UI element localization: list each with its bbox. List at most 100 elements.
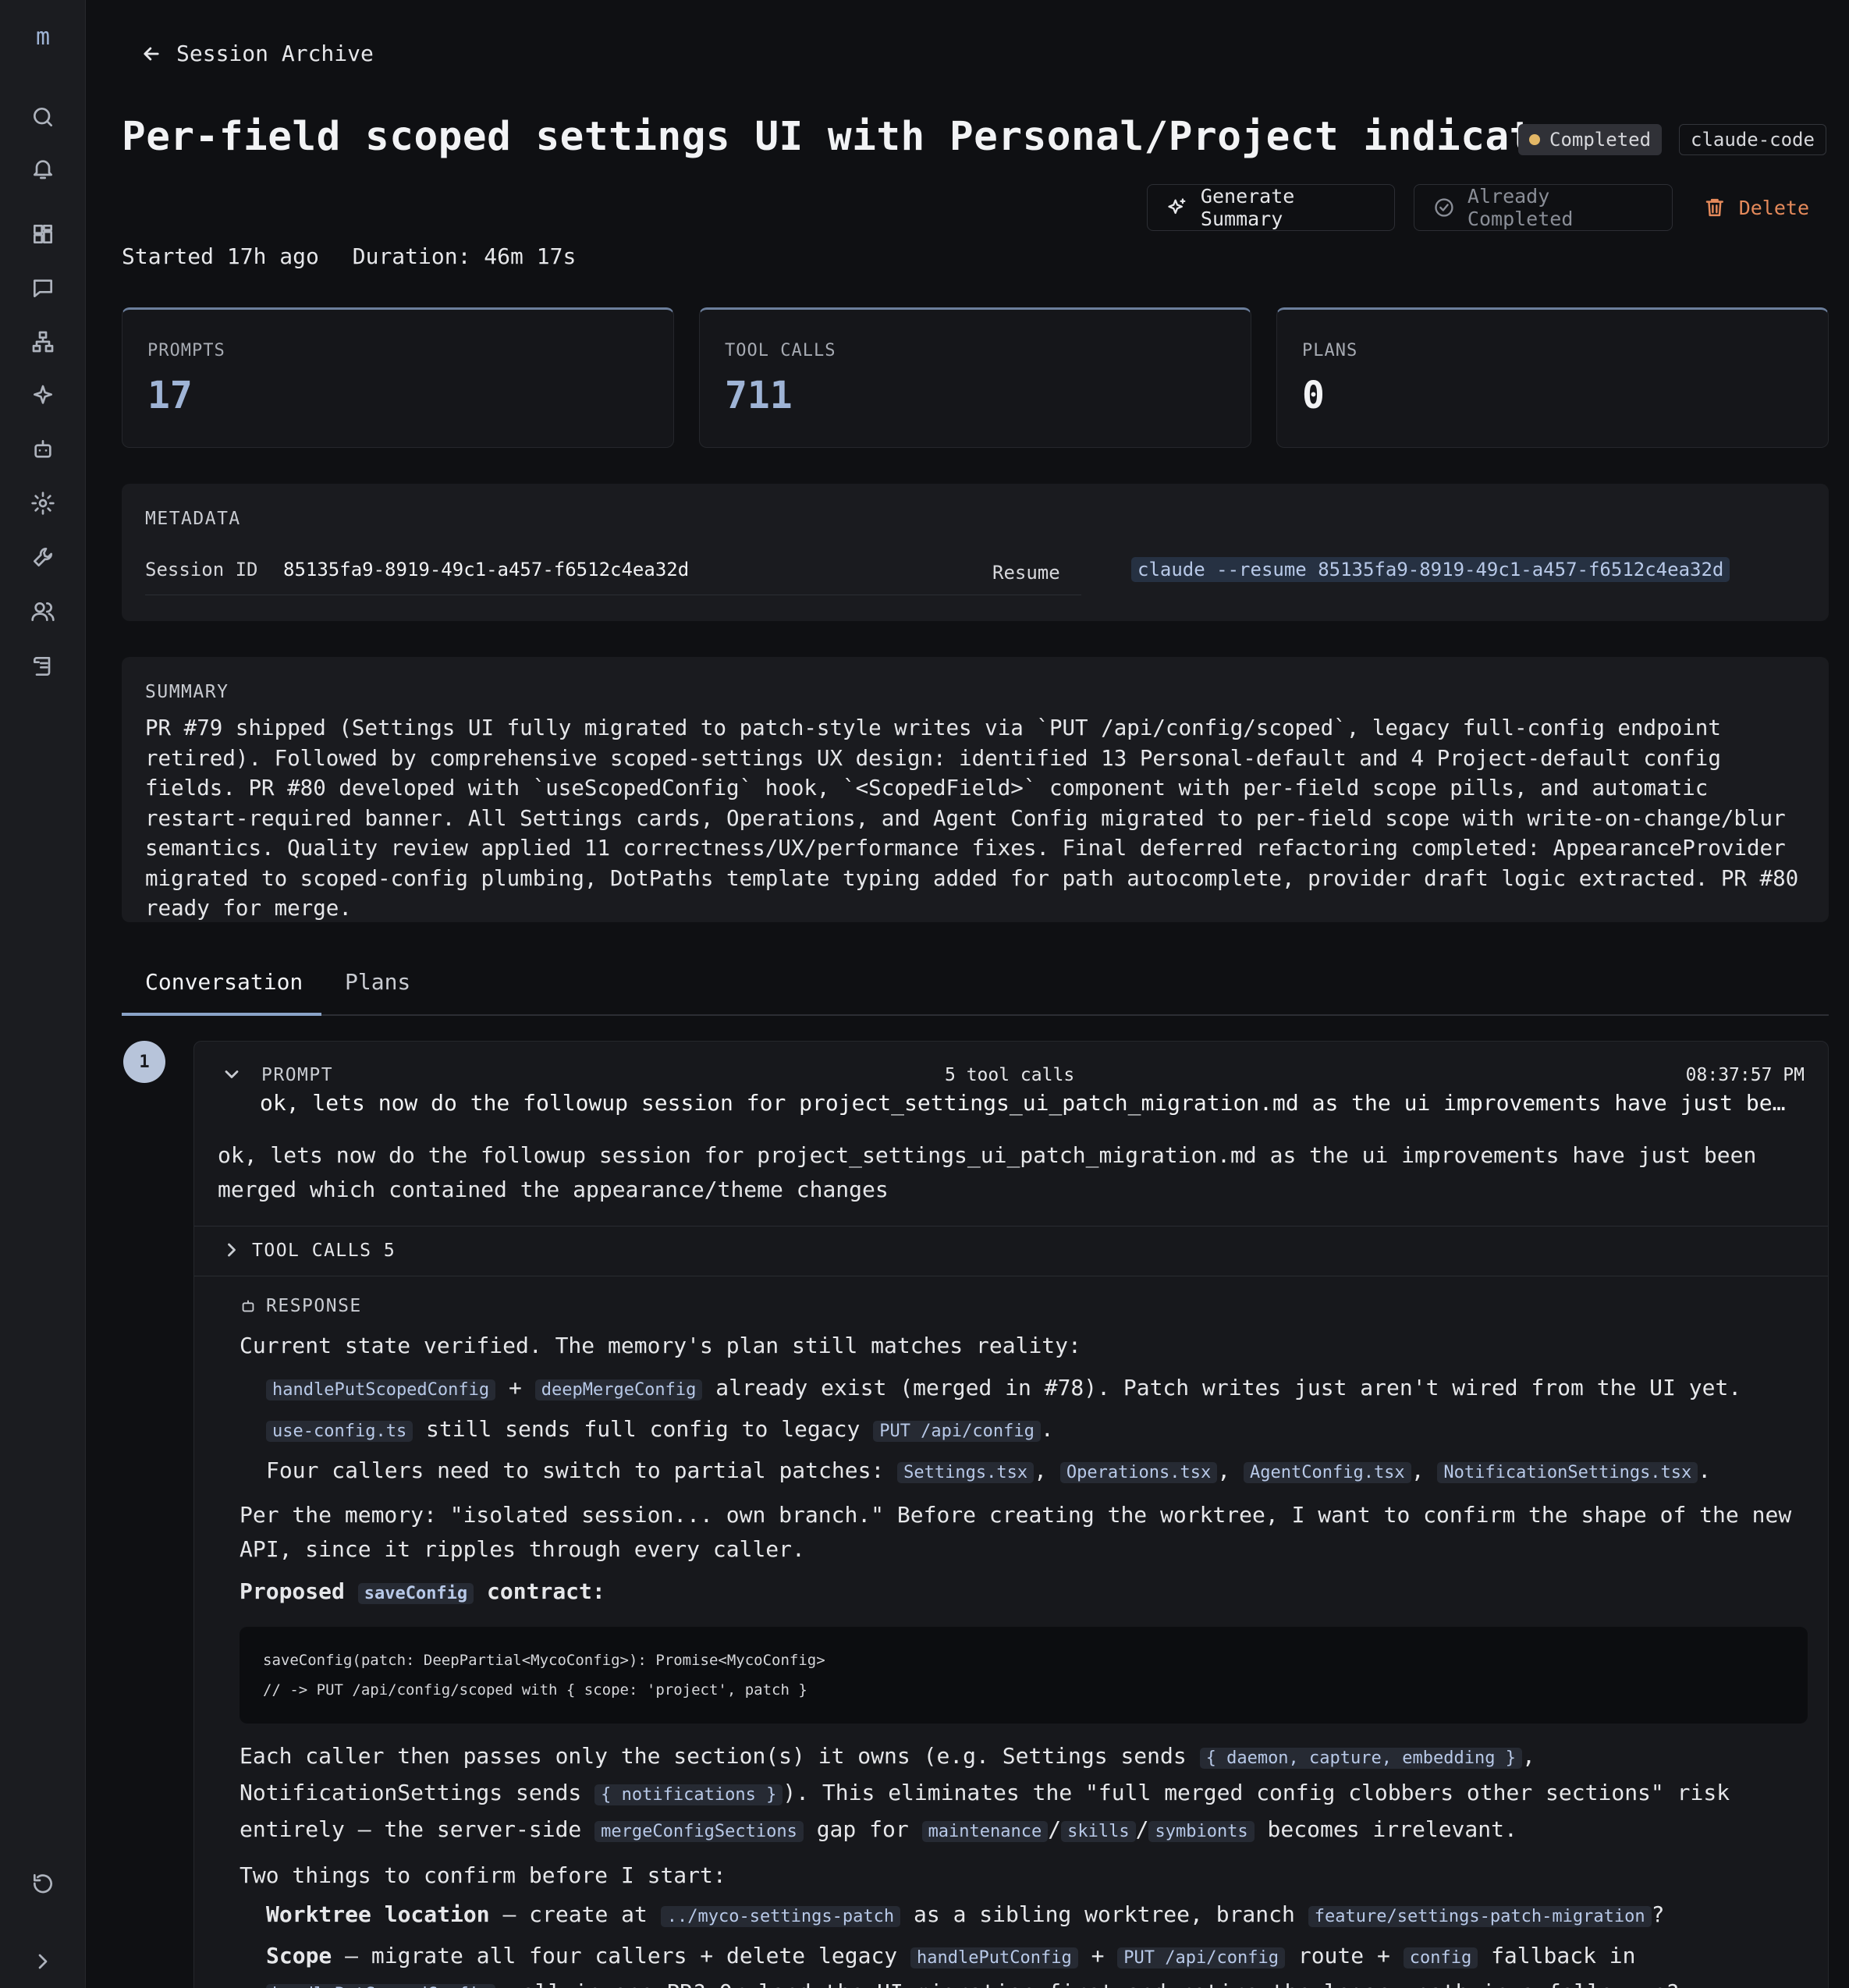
status-label: Completed xyxy=(1549,129,1652,151)
punct: . xyxy=(1040,1416,1054,1442)
tool-calls-toggle[interactable]: TOOL CALLS 5 xyxy=(194,1227,1828,1275)
proposed-text: Proposed xyxy=(240,1578,345,1604)
inline-code: use-config.ts xyxy=(266,1421,413,1442)
list-item: Worktree location — create at ../myco-se… xyxy=(240,1897,1808,1934)
code-block: saveConfig(patch: DeepPartial<MycoConfig… xyxy=(240,1627,1808,1724)
stat-value: 0 xyxy=(1302,374,1325,417)
metadata-heading: METADATA xyxy=(145,509,241,529)
network-icon[interactable] xyxy=(27,326,59,357)
status-badge: Completed xyxy=(1518,124,1663,155)
action-bar: Generate Summary Already Completed Delet… xyxy=(122,184,1827,231)
already-completed-button[interactable]: Already Completed xyxy=(1414,184,1673,231)
session-id-label: Session ID xyxy=(145,559,258,580)
code-line: // -> PUT /api/config/scoped with { scop… xyxy=(263,1681,807,1699)
sparkle-icon xyxy=(1168,198,1186,215)
prompt-number: 1 xyxy=(123,1041,165,1083)
bot-icon[interactable] xyxy=(27,434,59,465)
summary-heading: SUMMARY xyxy=(145,682,229,702)
response-paragraph: Per the memory: "isolated session... own… xyxy=(240,1502,1792,1562)
chevron-right-icon[interactable] xyxy=(27,1946,59,1977)
stat-value: 17 xyxy=(147,374,193,417)
prompt-full-text: ok, lets now do the followup session for… xyxy=(218,1142,1757,1202)
session-timing: Started 17h ago Duration: 46m 17s xyxy=(122,243,576,269)
punct: , xyxy=(1411,1457,1425,1483)
punct: . xyxy=(1698,1457,1712,1483)
search-icon[interactable] xyxy=(27,101,59,133)
tab-bar: Conversation Plans xyxy=(122,935,1829,1016)
refresh-icon[interactable] xyxy=(27,1868,59,1899)
bot-icon xyxy=(242,1300,254,1312)
dashboard-icon[interactable] xyxy=(27,218,59,250)
prompt-preview: ok, lets now do the followup session for… xyxy=(260,1090,1789,1116)
gear-icon[interactable] xyxy=(27,488,59,519)
chat-icon[interactable] xyxy=(27,272,59,304)
prompt-label: PROMPT xyxy=(261,1065,334,1085)
stat-label: TOOL CALLS xyxy=(725,341,836,360)
punct: , xyxy=(1034,1457,1047,1483)
tab-plans[interactable]: Plans xyxy=(345,969,410,995)
plus-text: + xyxy=(1091,1943,1105,1968)
inline-code: config xyxy=(1403,1947,1478,1968)
prompt-header[interactable]: PROMPT 5 tool calls 08:37:57 PM ok, lets… xyxy=(194,1042,1828,1224)
list-item: Four callers need to switch to partial p… xyxy=(240,1454,1808,1490)
list-item: handlePutScopedConfig + deepMergeConfig … xyxy=(240,1371,1808,1408)
session-id-value[interactable]: 85135fa9-8919-49c1-a457-f6512c4ea32d xyxy=(283,559,689,580)
list-item-text: as a sibling worktree, branch xyxy=(914,1901,1295,1927)
generate-summary-button[interactable]: Generate Summary xyxy=(1147,184,1395,231)
app-logo[interactable]: m xyxy=(0,23,86,51)
delete-button[interactable]: Delete xyxy=(1684,184,1829,231)
resume-command-text: claude --resume 85135fa9-8919-49c1-a457-… xyxy=(1131,557,1730,582)
list-item-text: still sends full config to legacy xyxy=(426,1416,861,1442)
back-link[interactable]: Session Archive xyxy=(140,41,374,66)
status-dot xyxy=(1529,134,1540,145)
stat-card-prompts: PROMPTS 17 xyxy=(122,307,674,448)
arrow-left-icon xyxy=(144,47,159,60)
tool-call-count: 5 tool calls xyxy=(945,1065,1075,1085)
resume-command[interactable]: claude --resume 85135fa9-8919-49c1-a457-… xyxy=(1131,557,1730,582)
inline-code: symbionts xyxy=(1148,1821,1255,1842)
summary-text: PR #79 shipped (Settings UI fully migrat… xyxy=(145,715,1799,921)
inline-code: NotificationSettings.tsx xyxy=(1437,1462,1698,1483)
code-line: saveConfig(patch: DeepPartial<MycoConfig… xyxy=(263,1652,825,1669)
resume-label: Resume xyxy=(992,562,1060,584)
prompt-time: 08:37:57 PM xyxy=(1685,1065,1805,1085)
punct: , xyxy=(1217,1457,1231,1483)
inline-code: saveConfig xyxy=(357,1583,474,1604)
scroll-icon[interactable] xyxy=(27,651,59,682)
chevron-down-icon[interactable] xyxy=(221,1063,243,1085)
check-circle-icon xyxy=(1435,198,1453,217)
inline-code: maintenance xyxy=(921,1821,1049,1842)
inline-code: AgentConfig.tsx xyxy=(1244,1462,1411,1483)
chevron-right-icon xyxy=(221,1239,243,1261)
trash-icon xyxy=(1705,198,1723,217)
inline-code: Settings.tsx xyxy=(897,1462,1035,1483)
plus-text: + xyxy=(509,1375,522,1400)
response-label: RESPONSE xyxy=(266,1296,362,1316)
wrench-icon[interactable] xyxy=(27,541,59,573)
inline-code: skills xyxy=(1061,1821,1136,1842)
tab-conversation[interactable]: Conversation xyxy=(145,969,303,995)
stat-label: PLANS xyxy=(1302,341,1358,360)
page-title: Per-field scoped settings UI with Person… xyxy=(122,114,1607,160)
tool-calls-label: TOOL CALLS 5 xyxy=(252,1241,396,1261)
stat-card-tool-calls: TOOL CALLS 711 xyxy=(699,307,1251,448)
stat-label: PROMPTS xyxy=(147,341,225,360)
duration-text: Duration: 46m 17s xyxy=(352,243,577,269)
metadata-card: METADATA Session ID 85135fa9-8919-49c1-a… xyxy=(122,484,1829,621)
back-label: Session Archive xyxy=(176,41,374,66)
paragraph-text: gap for xyxy=(816,1816,909,1842)
summary-card: SUMMARY PR #79 shipped (Settings UI full… xyxy=(122,657,1829,922)
inline-code: { daemon, capture, embedding } xyxy=(1199,1748,1522,1769)
response-body: Current state verified. The memory's pla… xyxy=(240,1329,1808,1988)
inline-code: Operations.tsx xyxy=(1059,1462,1218,1483)
inline-code: deepMergeConfig xyxy=(534,1379,703,1400)
inline-code: handlePutScopedConfig xyxy=(266,1379,496,1400)
sparkle-icon[interactable] xyxy=(27,380,59,411)
punct: ? xyxy=(1651,1901,1665,1927)
inline-code: PUT /api/config xyxy=(873,1421,1041,1442)
paragraph-text: becomes irrelevant. xyxy=(1267,1816,1517,1842)
response-intro: Current state verified. The memory's pla… xyxy=(240,1333,1081,1358)
bell-icon[interactable] xyxy=(27,153,59,184)
users-icon[interactable] xyxy=(27,596,59,627)
response-heading: RESPONSE xyxy=(240,1296,362,1316)
